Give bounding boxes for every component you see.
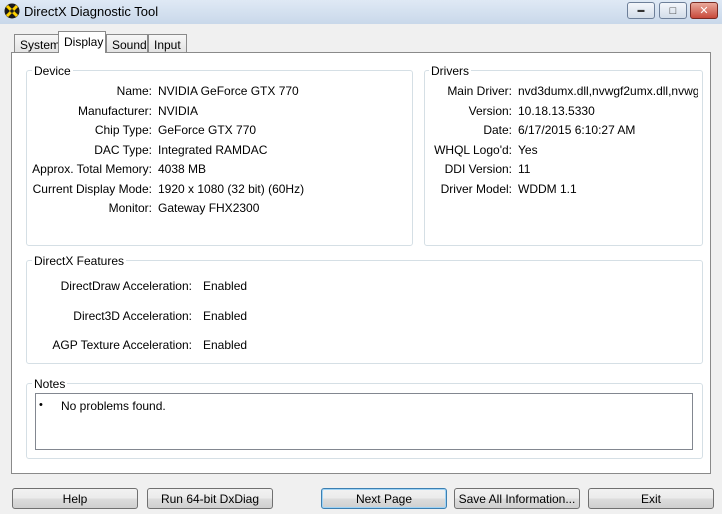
close-icon: ✕ [699, 5, 709, 17]
directdraw-value: Enabled [203, 279, 248, 293]
directdraw-label: DirectDraw Acceleration: [60, 279, 192, 293]
exit-button[interactable]: Exit [588, 488, 714, 509]
next-page-button-label: Next Page [355, 491, 413, 506]
directx-features-title: DirectX Features [32, 254, 127, 268]
minimize-button[interactable]: ▬ [627, 2, 655, 19]
whql-label: WHQL Logo'd: [434, 143, 512, 157]
drivers-group-title: Drivers [429, 64, 471, 78]
notes-bullet: • [39, 399, 43, 411]
close-button[interactable]: ✕ [690, 2, 718, 19]
main-driver-label: Main Driver: [447, 84, 512, 98]
notes-title: Notes [32, 377, 68, 391]
minimize-icon: ▬ [637, 7, 645, 14]
tab-label: Input [154, 38, 181, 52]
maximize-button[interactable]: □ [659, 2, 687, 19]
tab-label: Display [64, 35, 104, 49]
maximize-icon: □ [669, 4, 677, 17]
tab-label: Sound [112, 38, 147, 52]
help-button[interactable]: Help [12, 488, 138, 509]
dac-type-label: DAC Type: [94, 143, 152, 157]
tab-input[interactable]: Input [148, 34, 187, 52]
chip-type-value: GeForce GTX 770 [158, 123, 257, 137]
monitor-label: Monitor: [108, 201, 152, 215]
driver-version-value: 10.18.13.5330 [518, 104, 595, 118]
driver-date-value: 6/17/2015 6:10:27 AM [518, 123, 636, 137]
tab-display[interactable]: Display [58, 31, 106, 53]
notes-text: No problems found. [61, 399, 166, 413]
chip-type-label: Chip Type: [94, 123, 152, 137]
direct3d-label: Direct3D Acceleration: [73, 309, 192, 323]
whql-value: Yes [518, 143, 538, 157]
monitor-value: Gateway FHX2300 [158, 201, 260, 215]
tab-system[interactable]: System [14, 34, 61, 52]
total-memory-label: Approx. Total Memory: [32, 162, 152, 176]
ddi-version-value: 11 [518, 162, 531, 176]
run-64bit-button-label: Run 64-bit DxDiag [160, 491, 260, 506]
direct3d-value: Enabled [203, 309, 248, 323]
device-name-value: NVIDIA GeForce GTX 770 [158, 84, 299, 98]
driver-version-label: Version: [468, 104, 512, 118]
ddi-version-label: DDI Version: [444, 162, 512, 176]
agp-texture-label: AGP Texture Acceleration: [52, 338, 192, 352]
display-mode-value: 1920 x 1080 (32 bit) (60Hz) [158, 182, 305, 196]
manufacturer-label: Manufacturer: [77, 104, 152, 118]
device-name-label: Name: [116, 84, 152, 98]
main-driver-value: nvd3dumx.dll,nvwgf2umx.dll,nvwgf2 [518, 84, 698, 98]
agp-texture-value: Enabled [203, 338, 248, 352]
display-mode-label: Current Display Mode: [32, 182, 152, 196]
device-group-title: Device [32, 64, 73, 78]
tab-sound[interactable]: Sound [106, 34, 148, 52]
save-all-information-button[interactable]: Save All Information... [454, 488, 580, 509]
manufacturer-value: NVIDIA [158, 104, 199, 118]
window-title: DirectX Diagnostic Tool [24, 4, 159, 19]
exit-button-label: Exit [640, 491, 661, 506]
driver-date-label: Date: [483, 123, 512, 137]
total-memory-value: 4038 MB [158, 162, 207, 176]
driver-model-label: Driver Model: [440, 182, 512, 196]
directx-app-icon [4, 3, 20, 19]
run-64bit-dxdiag-button[interactable]: Run 64-bit DxDiag [147, 488, 273, 509]
tab-label: System [20, 38, 61, 52]
driver-model-value: WDDM 1.1 [518, 182, 577, 196]
dac-type-value: Integrated RAMDAC [158, 143, 268, 157]
save-all-button-label: Save All Information... [458, 491, 576, 506]
help-button-label: Help [62, 491, 88, 506]
next-page-button[interactable]: Next Page [321, 488, 447, 509]
title-bar[interactable]: DirectX Diagnostic Tool ▬ □ ✕ [0, 0, 722, 24]
